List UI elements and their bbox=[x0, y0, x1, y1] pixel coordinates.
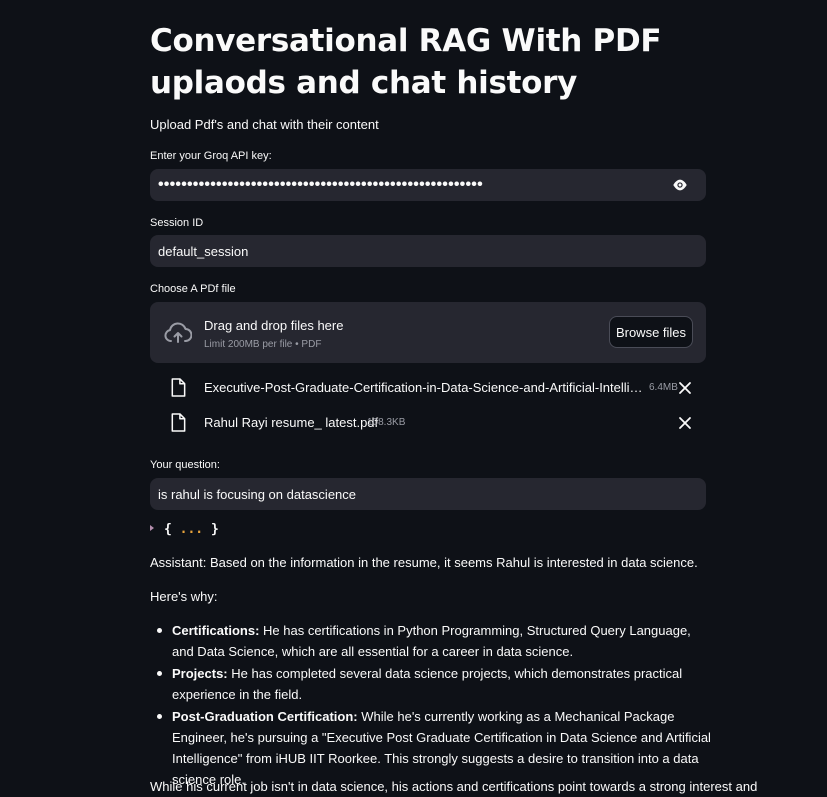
file-icon bbox=[171, 413, 186, 432]
expand-arrow-icon[interactable] bbox=[150, 525, 154, 531]
answer-bullet-list: Certifications: He has certifications in… bbox=[150, 620, 712, 791]
json-close-brace: } bbox=[210, 522, 219, 537]
bullet-term: Projects: bbox=[172, 666, 228, 681]
session-id-label: Session ID bbox=[150, 217, 204, 229]
session-id-input[interactable]: default_session bbox=[150, 235, 706, 267]
uploaded-file-name: Executive-Post-Graduate-Certification-in… bbox=[204, 380, 644, 395]
uploaded-file-name: Rahul Rayi resume_ latest.pdf bbox=[204, 415, 379, 430]
json-ellipsis: ... bbox=[179, 522, 204, 537]
file-icon bbox=[171, 378, 186, 397]
bullet-term: Post-Graduation Certification: bbox=[172, 709, 358, 724]
dropzone-limit: Limit 200MB per file • PDF bbox=[204, 339, 322, 350]
file-dropzone[interactable]: Drag and drop files here Limit 200MB per… bbox=[150, 302, 706, 363]
json-open-brace: { bbox=[164, 522, 172, 537]
session-id-value: default_session bbox=[158, 243, 249, 259]
uploaded-file-row: Rahul Rayi resume_ latest.pdf 108.3KB bbox=[170, 411, 706, 435]
question-value: is rahul is focusing on datascience bbox=[158, 486, 357, 502]
api-key-input[interactable]: ••••••••••••••••••••••••••••••••••••••••… bbox=[150, 169, 706, 201]
eye-icon[interactable] bbox=[672, 178, 688, 192]
remove-file-icon[interactable] bbox=[678, 381, 692, 395]
list-item: Certifications: He has certifications in… bbox=[157, 620, 712, 662]
question-input[interactable]: is rahul is focusing on datascience bbox=[150, 478, 706, 510]
remove-file-icon[interactable] bbox=[678, 416, 692, 430]
uploaded-file-row: Executive-Post-Graduate-Certification-in… bbox=[170, 376, 706, 400]
dropzone-instructions: Drag and drop files here bbox=[204, 318, 344, 333]
answer-why: Here's why: bbox=[150, 589, 218, 604]
bullet-text: He has completed several data science pr… bbox=[172, 666, 683, 702]
uploaded-file-size: 6.4MB bbox=[649, 382, 678, 393]
bullet-term: Certifications: bbox=[172, 623, 260, 638]
list-item: Projects: He has completed several data … bbox=[157, 663, 712, 705]
browse-files-button[interactable]: Browse files bbox=[609, 316, 693, 348]
page-title: Conversational RAG With PDF uplaods and … bbox=[150, 23, 662, 101]
cloud-upload-icon bbox=[164, 322, 192, 343]
answer-closing: While his current job isn't in data scie… bbox=[150, 779, 758, 794]
api-key-masked-value: ••••••••••••••••••••••••••••••••••••••••… bbox=[158, 176, 483, 193]
json-collapsed: { ... } bbox=[164, 522, 219, 537]
answer-intro: Assistant: Based on the information in t… bbox=[150, 555, 698, 570]
uploaded-file-size: 108.3KB bbox=[367, 417, 406, 428]
file-uploader-label: Choose A PDf file bbox=[150, 283, 236, 295]
page-subtitle: Upload Pdf's and chat with their content bbox=[150, 117, 379, 132]
question-label: Your question: bbox=[150, 459, 220, 471]
api-key-label: Enter your Groq API key: bbox=[150, 150, 272, 162]
